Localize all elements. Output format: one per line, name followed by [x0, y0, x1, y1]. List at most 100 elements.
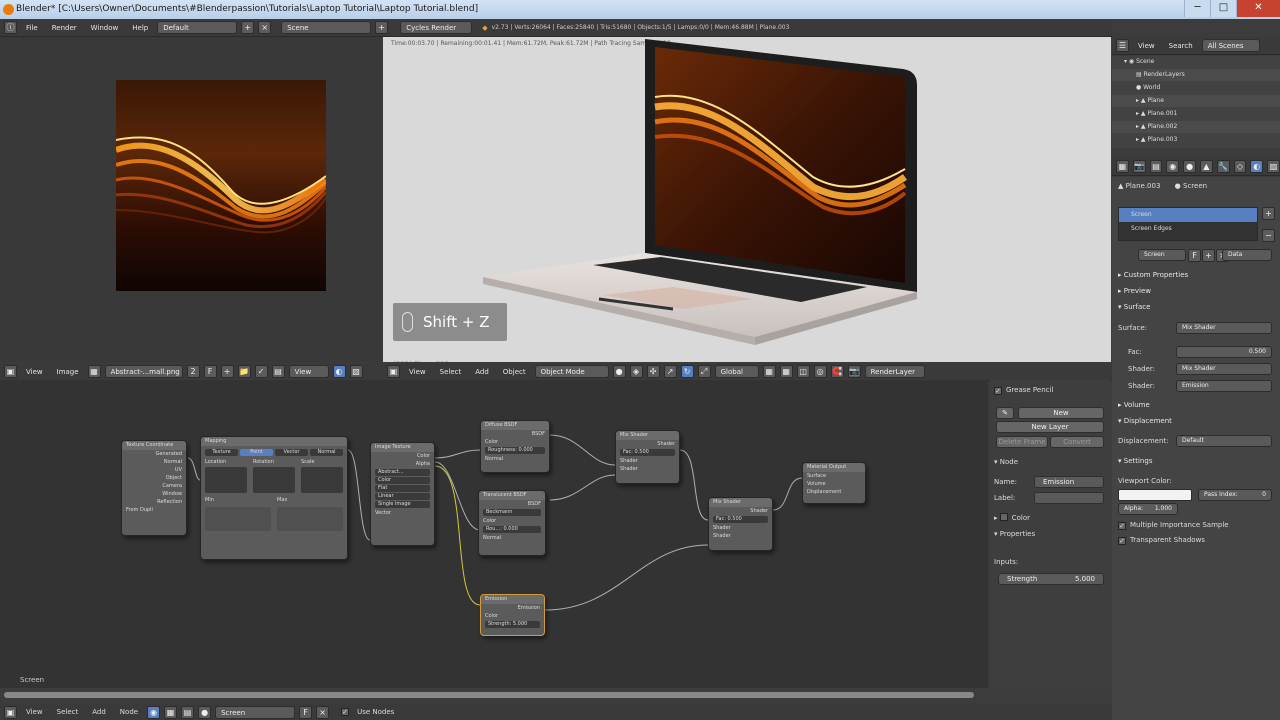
maximize-button[interactable]: □ — [1210, 0, 1236, 17]
grease-pencil-panel[interactable]: ✓ Grease Pencil — [994, 384, 1107, 396]
mix-shader-node-2[interactable]: Mix Shader Shader Fac: 0.500 Shader Shad… — [708, 497, 773, 551]
material-name-field[interactable]: Screen — [1138, 249, 1186, 261]
material-slot-screen[interactable]: Screen — [1119, 208, 1257, 222]
menu-file[interactable]: File — [21, 24, 43, 32]
delete-frame-button[interactable]: Delete Frame — [996, 436, 1048, 448]
texture-coordinate-node[interactable]: Texture Coordinate Generated Normal UV O… — [121, 440, 187, 536]
surface-panel[interactable]: ▾ Surface — [1118, 300, 1150, 314]
preview-panel[interactable]: ▸ Preview — [1118, 284, 1151, 298]
image-name-field[interactable]: Abstract-...mall.png — [104, 365, 183, 378]
mapping-normal-tab[interactable]: Normal — [310, 449, 343, 456]
remove-slot-icon[interactable]: − — [1262, 229, 1275, 242]
open-image-icon[interactable]: 📁 — [237, 365, 251, 378]
menu-object[interactable]: Object — [498, 368, 531, 376]
menu-view[interactable]: View — [1133, 42, 1160, 50]
roughness-field[interactable]: Rou...: 0.000 — [483, 526, 541, 533]
pencil-icon[interactable]: ✎ — [996, 407, 1014, 419]
editor-type-icon[interactable]: ▣ — [4, 365, 17, 378]
fac-field[interactable]: Fac: 0.500 — [620, 449, 675, 456]
translucent-bsdf-node[interactable]: Translucent BSDF BSDF Beckmann Color Rou… — [478, 490, 546, 556]
layers-grid-icon[interactable]: ▦ — [762, 365, 776, 378]
material-field[interactable]: Screen — [215, 705, 296, 719]
displacement-select[interactable]: Default — [1176, 435, 1272, 447]
outliner-tree[interactable]: ▾ ◉ Scene ▤ RenderLayers ● World ▸ ▲ Pla… — [1112, 56, 1280, 148]
material-browse-icon[interactable]: ● — [198, 705, 212, 719]
location-fields[interactable] — [205, 467, 247, 493]
object-tab-icon[interactable]: ▲ — [1199, 160, 1213, 173]
compositing-nodes-icon[interactable]: ▤ — [181, 705, 195, 719]
editor-type-icon[interactable]: ▣ — [387, 365, 400, 378]
fac-field[interactable]: 0.500 — [1176, 346, 1272, 358]
properties-section-header[interactable]: ▾ Properties — [994, 528, 1107, 540]
node-label-field[interactable] — [1034, 492, 1104, 504]
layers-grid-2-icon[interactable]: ▦ — [779, 365, 793, 378]
render-layer-select[interactable]: RenderLayer — [864, 365, 925, 378]
new-material-icon[interactable]: + — [1202, 249, 1215, 262]
close-button[interactable]: ✕ — [1236, 0, 1280, 17]
material-tab-icon[interactable]: ◐ — [1250, 160, 1264, 173]
strength-field[interactable]: Strength 5.000 — [998, 573, 1104, 585]
outliner-row-world[interactable]: ● World — [1112, 82, 1280, 94]
surface-shader-select[interactable]: Mix Shader — [1176, 322, 1272, 334]
menu-search[interactable]: Search — [1164, 42, 1198, 50]
texture-nodes-icon[interactable]: ▦ — [164, 705, 178, 719]
color-space-select[interactable]: Color — [375, 477, 430, 484]
rotate-icon[interactable]: ↻ — [680, 365, 694, 378]
3d-viewport[interactable]: Time:00:03.70 | Remaining:00:01.41 | Mem… — [383, 37, 1111, 362]
menu-view[interactable]: View — [21, 708, 48, 716]
scale-icon[interactable]: ⤢ — [697, 365, 711, 378]
menu-add[interactable]: Add — [470, 368, 494, 376]
viewport-color-swatch[interactable] — [1118, 489, 1192, 501]
pass-index-field[interactable]: Pass Index: 0 — [1198, 489, 1272, 501]
minimize-button[interactable]: ─ — [1184, 0, 1210, 17]
proportional-edit-icon[interactable]: ◎ — [813, 365, 827, 378]
new-button[interactable]: New — [1018, 407, 1104, 419]
settings-panel[interactable]: ▾ Settings — [1118, 454, 1152, 468]
extension-select[interactable]: Single Image — [375, 501, 430, 508]
use-nodes-checkbox[interactable]: ✓ — [341, 708, 350, 716]
menu-add[interactable]: Add — [87, 708, 111, 716]
displacement-panel[interactable]: ▾ Displacement — [1118, 414, 1172, 428]
properties-editor[interactable]: ▲ Plane.003 ● Screen Screen Screen Edges… — [1112, 177, 1280, 720]
menu-image[interactable]: Image — [52, 368, 84, 376]
modifiers-tab-icon[interactable]: 🔧 — [1216, 160, 1230, 173]
mapping-min-toggle[interactable]: Min — [205, 497, 271, 503]
lock-layer-icon[interactable]: ◫ — [796, 365, 810, 378]
transparent-shadows-checkbox[interactable]: ✓ — [1118, 537, 1126, 545]
display-mode-icon[interactable]: ▤ — [271, 365, 285, 378]
image-browse-icon[interactable]: ▦ — [87, 365, 101, 378]
viewport-shading-icon[interactable]: ● — [612, 365, 626, 378]
roughness-field[interactable]: Roughness: 0.000 — [485, 447, 545, 454]
image-editor[interactable] — [0, 37, 382, 362]
emission-node[interactable]: Emission Emission Color Strength: 5.000 — [480, 594, 545, 636]
render-tab-icon[interactable]: 📷 — [1132, 160, 1146, 173]
node-option-from-dupli[interactable]: From Dupli — [122, 506, 186, 514]
manipulator-toggle-icon[interactable]: ✣ — [646, 365, 660, 378]
custom-properties-panel[interactable]: ▸ Custom Properties — [1118, 268, 1188, 282]
menu-help[interactable]: Help — [127, 24, 153, 32]
distribution-select[interactable]: Beckmann — [483, 509, 541, 516]
editor-type-icon[interactable]: ☰ — [1116, 39, 1129, 52]
outliner-row-plane-001[interactable]: ▸ ▲ Plane.001 — [1112, 108, 1280, 120]
fake-user-icon[interactable]: F — [203, 365, 217, 378]
world-tab-icon[interactable]: ● — [1183, 160, 1196, 173]
fac-field[interactable]: Fac: 0.500 — [713, 516, 768, 523]
scene-select[interactable]: Scene — [281, 21, 372, 34]
scene-tab-icon[interactable]: ◉ — [1166, 160, 1180, 173]
render-engine-select[interactable]: Cycles Render — [400, 21, 473, 34]
menu-select[interactable]: Select — [435, 368, 467, 376]
mode-select[interactable]: Object Mode — [534, 365, 609, 378]
snap-icon[interactable]: 🧲 — [830, 365, 844, 378]
node-editor-scrollbar[interactable] — [4, 692, 974, 698]
volume-panel[interactable]: ▸ Volume — [1118, 398, 1150, 412]
fake-user-icon[interactable]: F — [1188, 249, 1201, 262]
mapping-max-toggle[interactable]: Max — [277, 497, 343, 503]
pin-icon[interactable]: ✓ — [254, 365, 268, 378]
outliner-row-plane[interactable]: ▸ ▲ Plane — [1112, 95, 1280, 107]
max-fields[interactable] — [277, 507, 343, 531]
menu-select[interactable]: Select — [52, 708, 84, 716]
material-slot-list[interactable]: Screen Screen Edges — [1118, 207, 1258, 241]
node-editor[interactable]: Texture Coordinate Generated Normal UV O… — [0, 380, 988, 688]
add-scene-icon[interactable]: + — [375, 21, 389, 34]
editor-type-icon[interactable]: ⓘ — [4, 21, 17, 34]
